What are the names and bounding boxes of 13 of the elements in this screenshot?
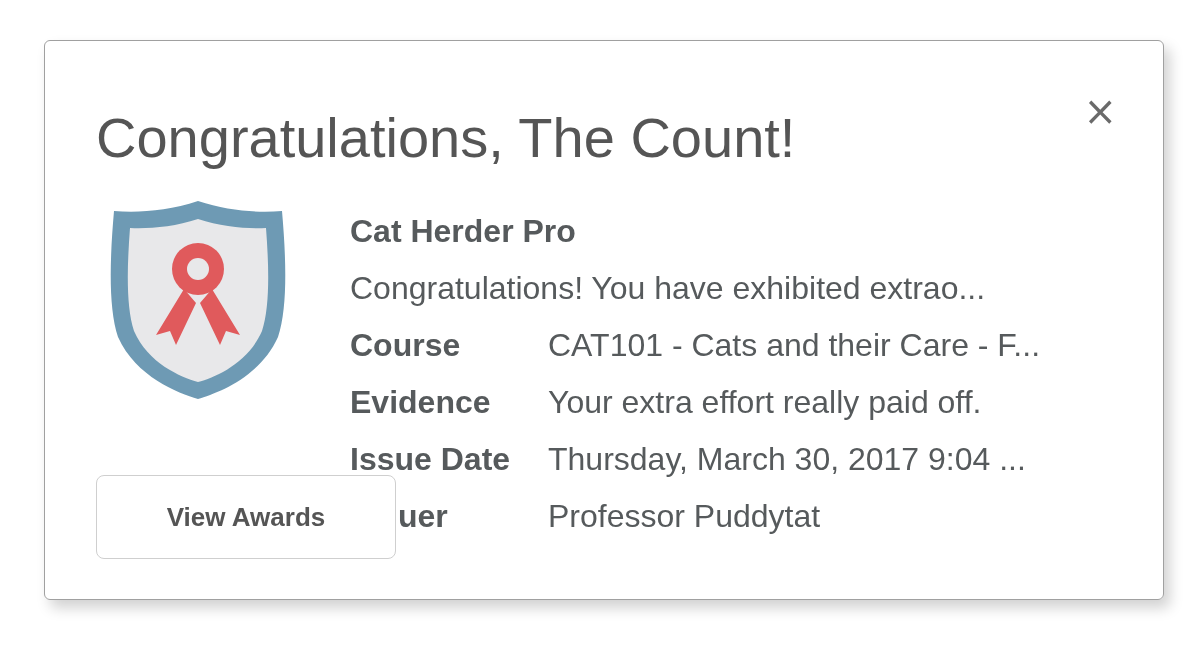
award-description: Congratulations! You have exhibited extrao... xyxy=(350,269,987,308)
field-value: Thursday, March 30, 2017 9:04 ... xyxy=(548,440,1027,479)
field-value: Professor Puddytat xyxy=(548,497,822,536)
close-button[interactable]: × xyxy=(1079,91,1121,131)
field-value: Your extra effort really paid off. xyxy=(548,383,983,422)
view-awards-button[interactable]: View Awards xyxy=(96,475,396,559)
field-label: Course xyxy=(350,327,461,363)
award-name: Cat Herder Pro xyxy=(350,212,577,251)
field-label: Issue Date xyxy=(350,441,511,477)
field-label: Evidence xyxy=(350,384,491,420)
dialog-title: Congratulations, The Count! xyxy=(96,105,796,171)
field-value: CAT101 - Cats and their Care - F... xyxy=(548,326,1041,365)
field-label: uer xyxy=(398,498,448,534)
